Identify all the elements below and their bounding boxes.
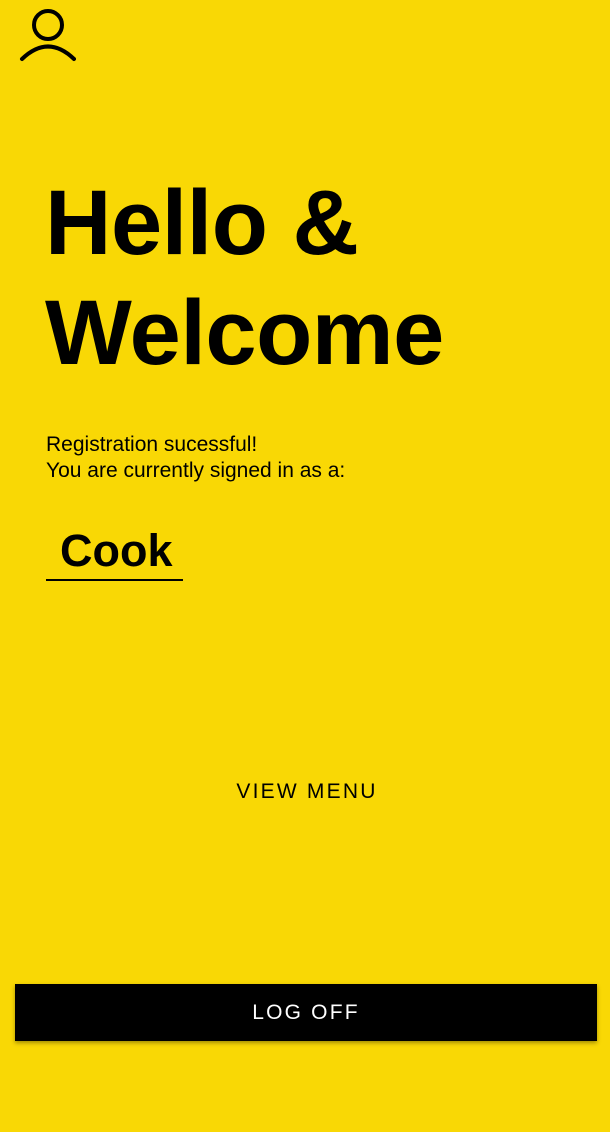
- registration-status-text: Registration sucessful!: [46, 433, 258, 456]
- profile-icon[interactable]: [18, 4, 76, 62]
- welcome-heading-line-2: Welcome: [45, 282, 444, 384]
- registration-message: Registration sucessful! You are currentl…: [46, 432, 345, 484]
- role-display: Cook: [46, 523, 183, 581]
- person-outline-icon: [20, 9, 76, 61]
- view-menu-button[interactable]: VIEW MENU: [200, 766, 414, 818]
- role-value: Cook: [60, 525, 173, 576]
- welcome-heading-line-1: Hello &: [45, 172, 359, 274]
- welcome-heading: Hello & Welcome: [45, 168, 444, 388]
- log-off-button[interactable]: LOG OFF: [15, 984, 597, 1041]
- signed-in-as-text: You are currently signed in as a:: [46, 459, 346, 482]
